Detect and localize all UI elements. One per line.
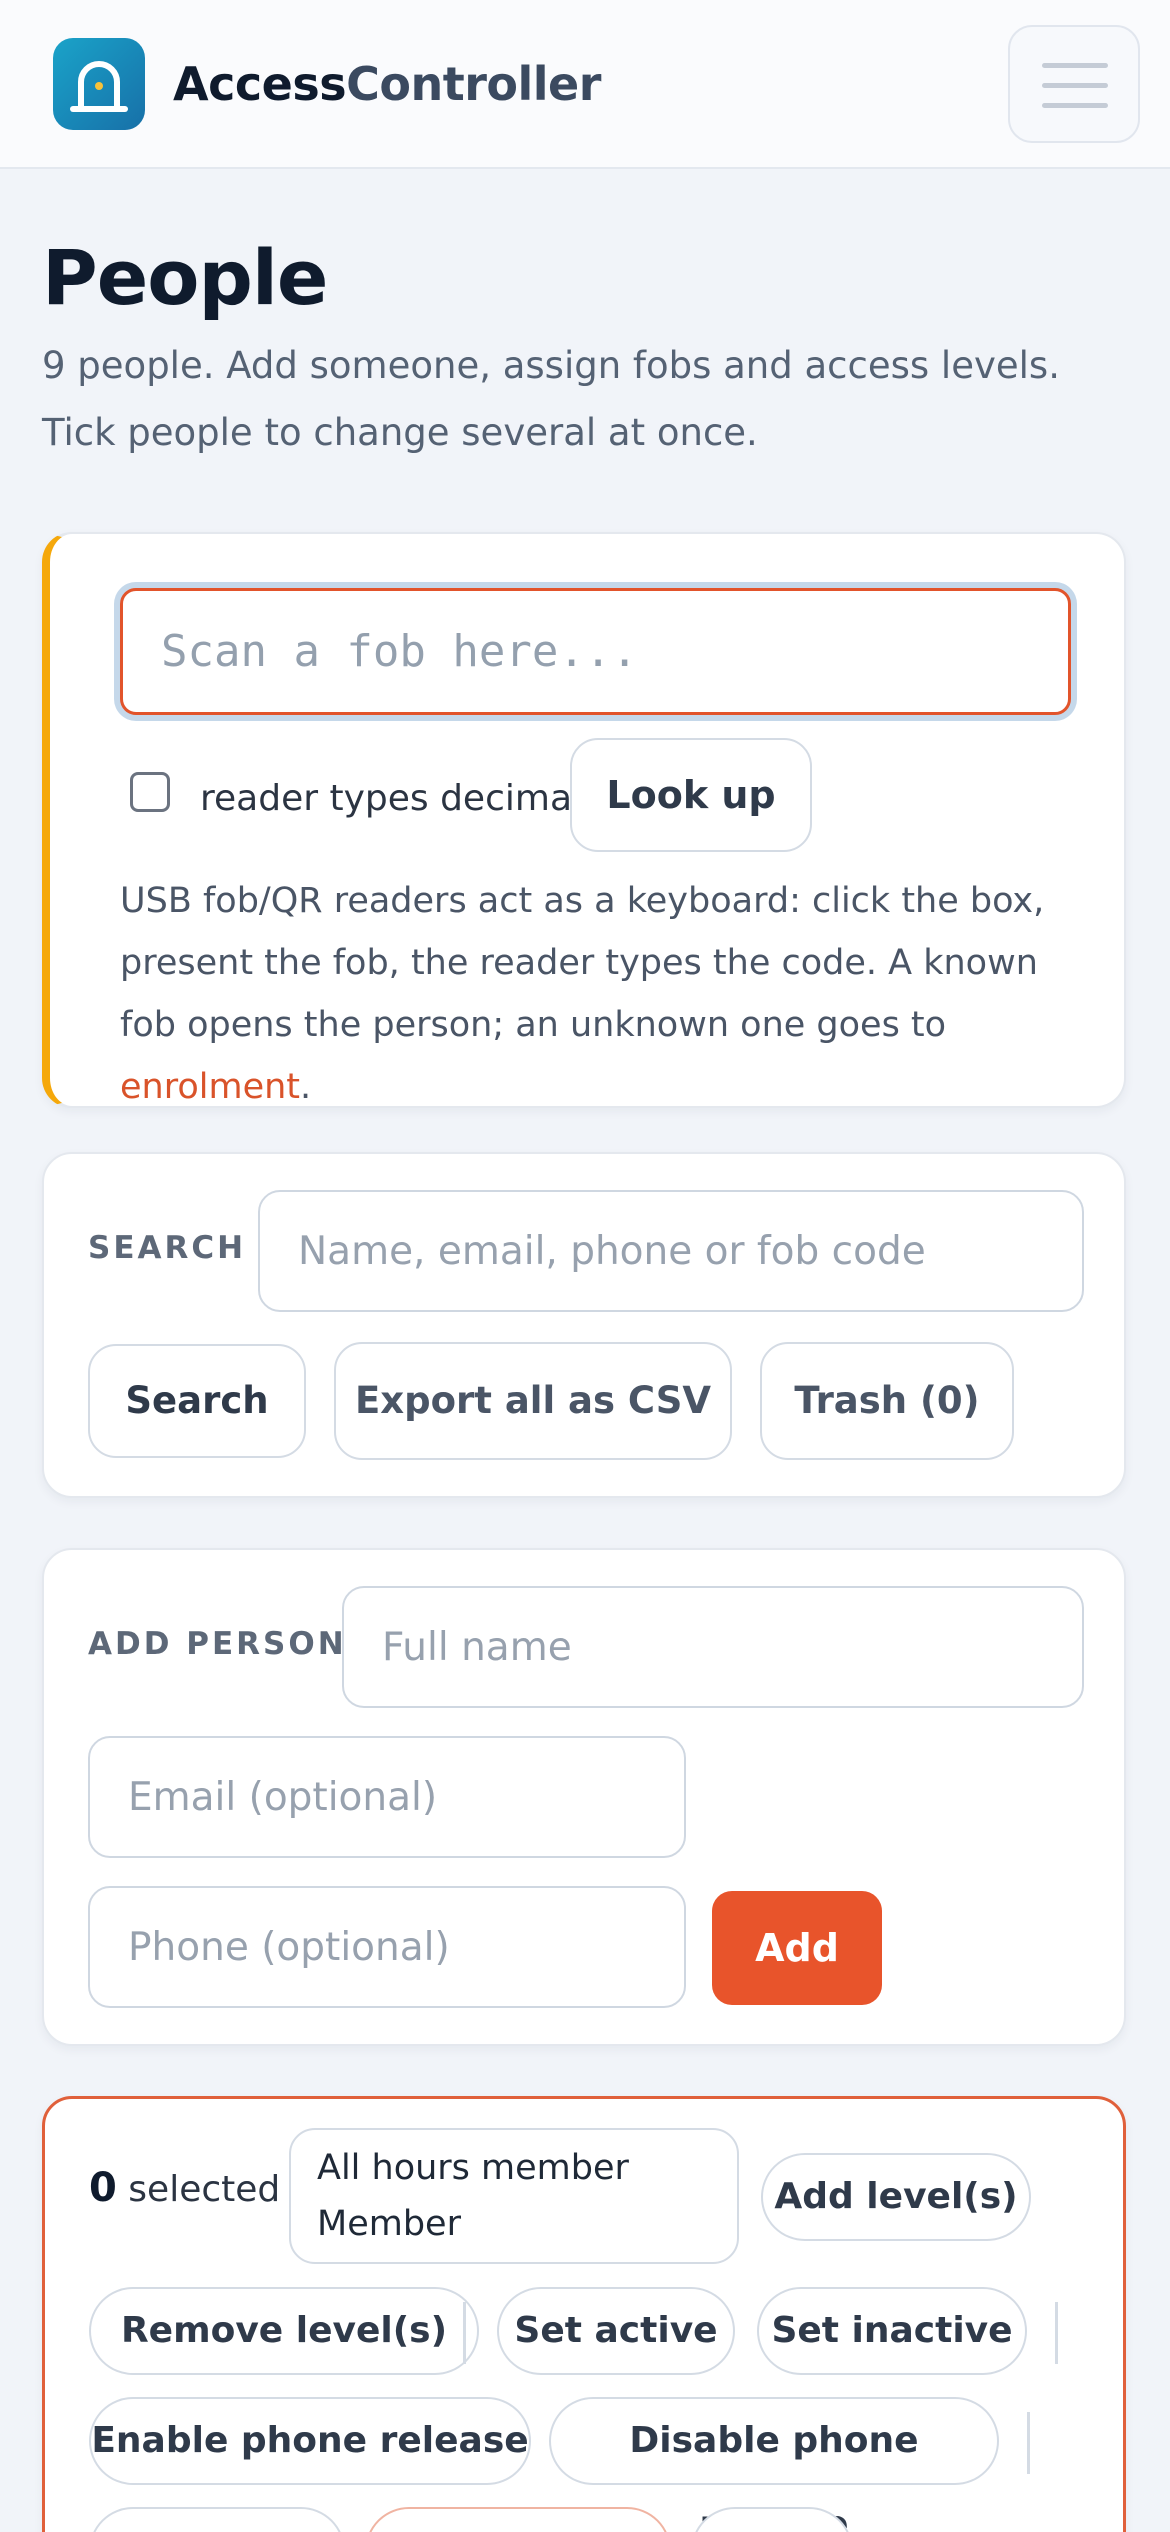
page-subtitle: 9 people. Add someone, assign fobs and a… bbox=[42, 344, 1060, 454]
selected-number: 0 bbox=[89, 2165, 117, 2211]
search-card: SEARCH Search Export all as CSV Trash (0… bbox=[42, 1152, 1126, 1498]
page-title: People bbox=[42, 233, 328, 322]
access-level-select[interactable]: All hours member Member bbox=[289, 2128, 739, 2264]
phone-input[interactable] bbox=[88, 1886, 686, 2008]
add-person-button[interactable]: Add bbox=[712, 1891, 882, 2005]
search-input[interactable] bbox=[258, 1190, 1084, 1312]
selected-label: selected bbox=[128, 2169, 281, 2210]
remove-levels-button[interactable]: Remove level(s) bbox=[89, 2287, 479, 2375]
disable-phone-release-button[interactable]: Disable phone release bbox=[549, 2397, 999, 2532]
fob-scan-card: reader types decimal Look up USB fob/QR … bbox=[42, 532, 1126, 1108]
selected-count: 0 selected bbox=[89, 2163, 280, 2215]
delete-button[interactable] bbox=[365, 2507, 671, 2532]
app-header: AccessController bbox=[0, 0, 1170, 169]
divider bbox=[1055, 2302, 1058, 2364]
brand-part-controller: Controller bbox=[346, 57, 601, 111]
brand-name[interactable]: AccessController bbox=[173, 52, 601, 116]
enrolment-link[interactable]: enrolment bbox=[120, 1067, 300, 1107]
level-option[interactable]: All hours member bbox=[317, 2140, 737, 2196]
trash-button[interactable]: Trash (0) bbox=[760, 1342, 1014, 1460]
scan-help-end: . bbox=[300, 1067, 312, 1107]
divider bbox=[1027, 2412, 1030, 2474]
bulk-action-button[interactable] bbox=[691, 2507, 853, 2532]
decimal-checkbox-label: reader types decimal bbox=[200, 778, 583, 819]
scan-help-body: USB fob/QR readers act as a keyboard: cl… bbox=[120, 881, 1045, 1045]
set-inactive-button[interactable]: Set inactive bbox=[757, 2287, 1027, 2375]
fob-scan-input[interactable] bbox=[120, 588, 1071, 715]
brand-part-access: Access bbox=[173, 57, 347, 111]
enable-phone-release-button[interactable]: Enable phone release bbox=[89, 2397, 531, 2485]
full-name-input[interactable] bbox=[342, 1586, 1084, 1708]
lock-door-icon[interactable] bbox=[53, 38, 145, 130]
add-person-label: ADD PERSON bbox=[88, 1626, 347, 1662]
level-option[interactable]: Member bbox=[317, 2196, 737, 2252]
hamburger-menu-icon[interactable] bbox=[1008, 25, 1140, 143]
add-person-card: ADD PERSON Add bbox=[42, 1548, 1126, 2046]
search-label: SEARCH bbox=[88, 1230, 247, 1266]
add-levels-button[interactable]: Add level(s) bbox=[761, 2153, 1031, 2241]
lookup-button[interactable]: Look up bbox=[570, 738, 812, 852]
bulk-action-button[interactable] bbox=[89, 2507, 345, 2532]
search-button[interactable]: Search bbox=[88, 1344, 306, 1458]
set-active-button[interactable]: Set active bbox=[497, 2287, 735, 2375]
scan-help-text: USB fob/QR readers act as a keyboard: cl… bbox=[120, 870, 1080, 1118]
decimal-checkbox[interactable] bbox=[130, 772, 170, 812]
bulk-actions-card: 0 selected All hours member Member Add l… bbox=[42, 2096, 1126, 2532]
email-input[interactable] bbox=[88, 1736, 686, 1858]
divider bbox=[463, 2302, 466, 2364]
export-csv-button[interactable]: Export all as CSV bbox=[334, 1342, 732, 1460]
